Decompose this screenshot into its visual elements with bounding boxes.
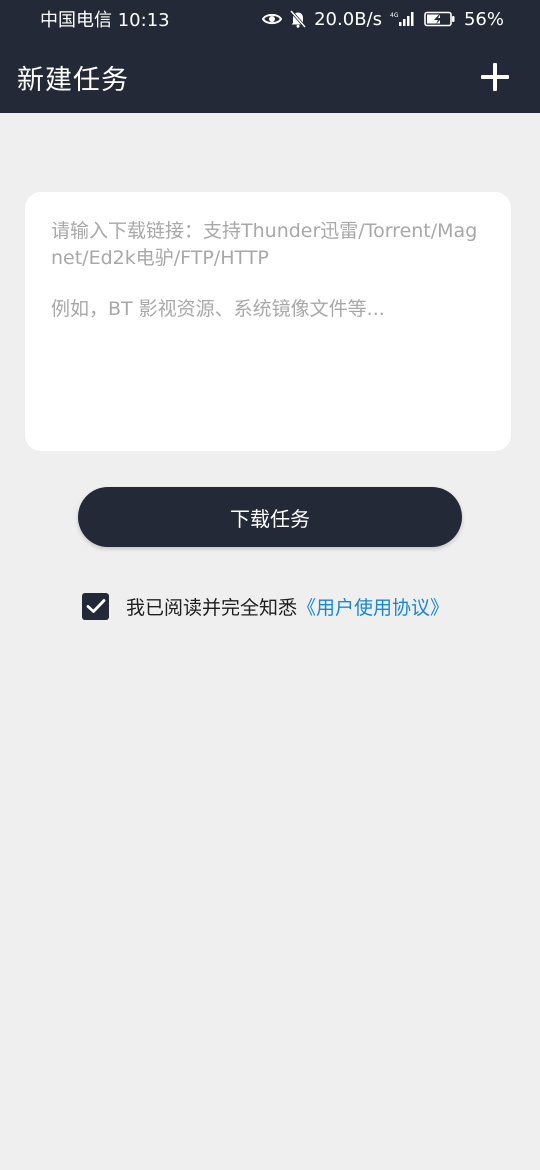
page-title: 新建任务 [17,64,129,96]
download-task-button[interactable]: 下载任务 [78,487,462,547]
eye-icon [262,12,283,26]
agreement-text-wrap: 我已阅读并完全知悉《用户使用协议》 [126,593,449,620]
battery-icon [424,11,456,27]
download-link-input[interactable]: 请输入下载链接：支持Thunder迅雷/Torrent/Magnet/Ed2k电… [25,192,511,451]
agreement-checkbox[interactable] [82,592,109,620]
agreement-text: 我已阅读并完全知悉 [126,596,298,619]
user-agreement-link[interactable]: 《用户使用协议》 [297,597,449,619]
input-placeholder-example: 例如，BT 影视资源、系统镜像文件等... [51,298,385,320]
network-type: 4G [390,12,399,19]
carrier-time: 中国电信 10:13 [40,10,170,31]
top-bar: 中国电信 10:13 20.0B/s 4G 56% 新建任务 [0,0,540,113]
status-right: 20.0B/s 4G 56% [262,9,504,30]
input-placeholder-formats: 请输入下载链接：支持Thunder迅雷/Torrent/Magnet/Ed2k电… [51,220,478,269]
agreement-row: 我已阅读并完全知悉《用户使用协议》 [82,592,449,620]
app-bar: 新建任务 [0,42,540,112]
check-icon [86,599,105,613]
plus-icon[interactable] [480,62,510,92]
network-speed: 20.0B/s [314,8,382,30]
status-bar: 中国电信 10:13 20.0B/s 4G 56% [0,0,540,38]
bell-off-icon [290,10,307,28]
signal-icon: 4G [390,11,416,27]
battery-level: 56% [463,8,504,30]
